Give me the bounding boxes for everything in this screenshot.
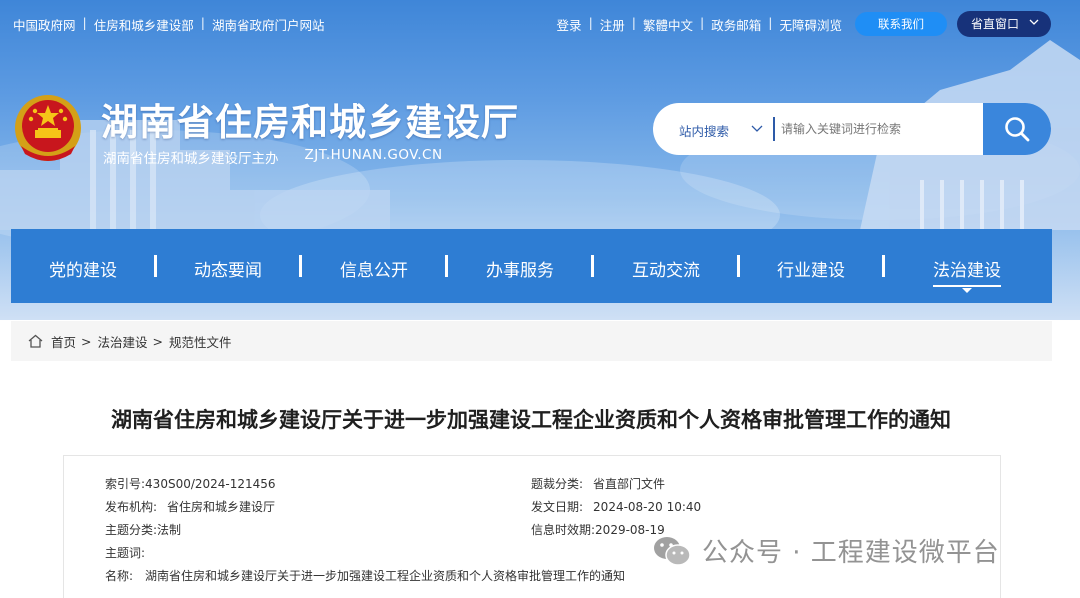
- nav-divider: [445, 255, 448, 277]
- wechat-icon: [654, 536, 691, 566]
- nav-item-party-building[interactable]: 党的建设: [49, 256, 117, 281]
- watermark-text: 公众号 · 工程建设微平台: [702, 538, 1000, 568]
- breadcrumb: 首页 > 法治建设 > 规范性文件: [11, 321, 1052, 361]
- site-domain: ZJT.HUNAN.GOV.CN: [304, 147, 443, 163]
- link-hunan-gov[interactable]: 湖南省政府门户网站: [212, 15, 325, 34]
- user-links: 登录 | 注册 | 繁體中文 | 政务邮箱 | 无障碍浏览: [557, 15, 842, 34]
- nav-item-label: 法治建设: [933, 261, 1001, 281]
- site-subtitle: 湖南省住房和城乡建设厅主办 ZJT.HUNAN.GOV.CN: [103, 147, 443, 167]
- nav-divider: [299, 255, 302, 277]
- login-link[interactable]: 登录: [557, 15, 582, 34]
- nav-item-rule-of-law[interactable]: 法治建设: [933, 256, 1001, 293]
- meta-category: 题裁分类: 省直部门文件: [531, 477, 666, 491]
- nav-divider: [591, 255, 594, 277]
- register-link[interactable]: 注册: [600, 15, 625, 34]
- divider: |: [700, 15, 705, 30]
- meta-expiry: 信息时效期:2029-08-19: [531, 523, 665, 537]
- breadcrumb-normative-docs[interactable]: 规范性文件: [169, 332, 232, 351]
- search-icon: [1005, 117, 1030, 142]
- meta-date: 发文日期: 2024-08-20 10:40: [531, 500, 702, 514]
- nav-divider: [737, 255, 740, 277]
- article-title: 湖南省住房和城乡建设厅关于进一步加强建设工程企业资质和个人资格审批管理工作的通知: [111, 408, 951, 432]
- nav-divider: [154, 255, 157, 277]
- header-banner: 中国政府网 | 住房和城乡建设部 | 湖南省政府门户网站 登录 | 注册 | 繁…: [0, 0, 1080, 320]
- top-bar: 中国政府网 | 住房和城乡建设部 | 湖南省政府门户网站 登录 | 注册 | 繁…: [0, 0, 1080, 46]
- site-sponsor: 湖南省住房和城乡建设厅主办: [103, 151, 279, 167]
- meta-index: 索引号:430S00/2024-121456: [105, 477, 276, 491]
- search-input[interactable]: [781, 116, 971, 142]
- main-nav: 党的建设 动态要闻 信息公开 办事服务 互动交流 行业建设 法治建设: [11, 229, 1052, 303]
- gov-links: 中国政府网 | 住房和城乡建设部 | 湖南省政府门户网站: [13, 15, 324, 34]
- accessibility-link[interactable]: 无障碍浏览: [779, 15, 842, 34]
- nav-item-info-disclosure[interactable]: 信息公开: [340, 256, 408, 281]
- nav-item-industry[interactable]: 行业建设: [777, 256, 845, 281]
- province-window-dropdown[interactable]: 省直窗口: [957, 11, 1051, 37]
- search-box: 站内搜索: [653, 103, 1051, 155]
- search-scope-select[interactable]: 站内搜索: [679, 121, 729, 140]
- contact-us-button[interactable]: 联系我们: [855, 12, 947, 36]
- chevron-down-icon[interactable]: [751, 125, 763, 132]
- divider: |: [588, 15, 593, 30]
- breadcrumb-rule-of-law[interactable]: 法治建设: [98, 332, 148, 351]
- national-emblem-icon: [15, 95, 81, 161]
- nav-item-news[interactable]: 动态要闻: [194, 256, 262, 281]
- meta-issuer: 发布机构: 省住房和城乡建设厅: [105, 500, 276, 514]
- breadcrumb-separator: >: [81, 333, 92, 349]
- meta-name: 名称: 湖南省住房和城乡建设厅关于进一步加强建设工程企业资质和个人资格审批管理工作…: [105, 569, 626, 583]
- breadcrumb-home[interactable]: 首页: [51, 332, 76, 351]
- document-meta-panel: 索引号:430S00/2024-121456 题裁分类: 省直部门文件 发布机构:…: [63, 455, 1001, 598]
- province-window-label: 省直窗口: [971, 17, 1020, 31]
- divider: |: [82, 15, 87, 30]
- site-title: 湖南省住房和城乡建设厅: [101, 101, 519, 144]
- link-mohurd[interactable]: 住房和城乡建设部: [94, 15, 194, 34]
- search-button[interactable]: [983, 103, 1051, 155]
- home-icon[interactable]: [28, 334, 43, 348]
- gov-mail-link[interactable]: 政务邮箱: [711, 15, 761, 34]
- meta-keywords: 主题词:: [105, 546, 146, 560]
- breadcrumb-separator: >: [152, 333, 163, 349]
- traditional-chinese-link[interactable]: 繁體中文: [643, 15, 693, 34]
- divider: |: [768, 15, 773, 30]
- search-divider: [773, 117, 775, 141]
- nav-item-services[interactable]: 办事服务: [486, 256, 554, 281]
- nav-item-interaction[interactable]: 互动交流: [632, 256, 700, 281]
- link-china-gov[interactable]: 中国政府网: [13, 15, 76, 34]
- meta-topic: 主题分类:法制: [105, 523, 182, 537]
- watermark: 公众号 · 工程建设微平台: [652, 532, 1000, 569]
- chevron-down-icon: [1029, 19, 1039, 25]
- divider: |: [200, 15, 205, 30]
- nav-divider: [882, 255, 885, 277]
- active-indicator-icon: [962, 288, 972, 293]
- divider: |: [631, 15, 637, 30]
